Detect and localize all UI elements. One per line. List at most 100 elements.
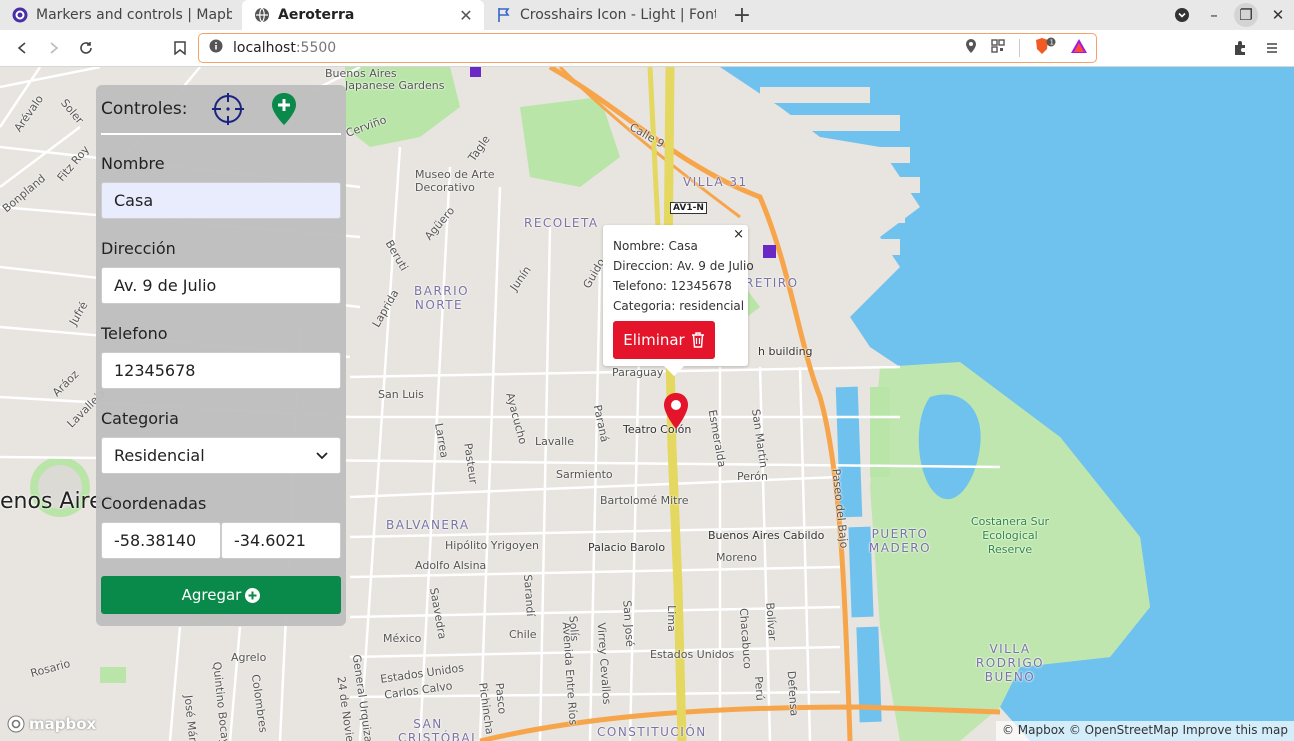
tab-aeroterra[interactable]: Aeroterra ✕	[242, 0, 484, 30]
trash-icon	[691, 332, 704, 348]
map-label-museo: Museo de Arte Decorativo	[415, 168, 495, 194]
new-tab-button[interactable]: +	[726, 3, 758, 28]
coordenadas-label: Coordenadas	[101, 494, 207, 513]
street-label: Agrelo	[231, 651, 267, 664]
street-label: Moreno	[716, 551, 757, 564]
street-label: Estados Unidos	[650, 648, 735, 661]
categoria-selected-value: Residencial	[114, 446, 205, 465]
subway-icon	[470, 67, 481, 77]
url-host: localhost	[233, 40, 296, 56]
district-label: RECOLETA	[524, 216, 599, 230]
globe-icon	[254, 7, 270, 23]
brave-rewards-icon[interactable]	[1070, 38, 1088, 58]
forward-icon[interactable]	[38, 32, 70, 64]
tab-title: Crosshairs Icon - Light | Font A	[520, 7, 716, 23]
reload-icon[interactable]	[70, 32, 102, 64]
telefono-label: Telefono	[101, 324, 168, 343]
street-label: Perón	[737, 470, 768, 483]
street-label: México	[383, 632, 422, 645]
longitude-input[interactable]: -58.38140	[101, 522, 221, 559]
district-label: VILLA RODRIGO BUENO	[975, 642, 1045, 684]
popup-telefono: Telefono: 12345678	[613, 279, 732, 293]
flag-icon	[496, 7, 512, 23]
district-label: VILLA 31	[683, 175, 748, 189]
district-label: BALVANERA	[386, 518, 470, 532]
qr-code-icon[interactable]	[991, 39, 1005, 57]
controls-row: Controles:	[101, 85, 341, 135]
street-label: Perú	[751, 675, 767, 702]
highway-shield: AV1-N	[670, 202, 707, 214]
street-label: Adolfo Alsina	[415, 559, 487, 572]
map-attribution: © Mapbox © OpenStreetMap Improve this ma…	[995, 721, 1294, 741]
popup-close-button[interactable]: ×	[733, 227, 744, 242]
district-label: BARRIO NORTE	[414, 284, 470, 312]
nombre-input[interactable]: Casa	[101, 182, 341, 219]
bookmark-icon[interactable]	[164, 32, 196, 64]
location-marker-icon[interactable]	[662, 392, 690, 430]
divider	[1019, 39, 1020, 57]
mapbox-logo[interactable]: mapbox	[7, 715, 96, 733]
categoria-select[interactable]: Residencial	[101, 437, 341, 474]
latitude-input[interactable]: -34.6021	[221, 522, 341, 559]
map-canvas[interactable]: Buenos Aires Japanese Gardens Museo de A…	[0, 67, 1294, 741]
tab-menu-icon[interactable]	[1166, 0, 1198, 30]
telefono-input[interactable]: 12345678	[101, 352, 341, 389]
plus-circle-icon	[245, 587, 261, 603]
district-label: RETIRO	[745, 276, 799, 290]
restore-icon[interactable]: ❐	[1234, 3, 1258, 27]
info-icon[interactable]	[209, 39, 223, 57]
extensions-icon[interactable]	[1224, 32, 1256, 64]
park-label: Costanera Sur Ecological Reserve	[970, 515, 1050, 556]
menu-icon[interactable]	[1256, 32, 1288, 64]
street-label: Bolívar	[763, 602, 779, 641]
street-label: Lavalle	[535, 435, 574, 448]
tab-title: Markers and controls | Mapbo	[36, 7, 232, 23]
coordinates-row: -58.38140 -34.6021	[101, 522, 341, 559]
street-label: Bartolomé Mitre	[600, 494, 689, 507]
popup-nombre: Nombre: Casa	[613, 239, 698, 253]
attribution-osm-link[interactable]: © OpenStreetMap	[1069, 723, 1179, 739]
direccion-input[interactable]: Av. 9 de Julio	[101, 267, 341, 304]
delete-button[interactable]: Eliminar	[613, 321, 715, 359]
tab-fontawesome[interactable]: Crosshairs Icon - Light | Font A	[484, 0, 726, 30]
attribution-mapbox-link[interactable]: © Mapbox	[1002, 723, 1065, 739]
add-marker-icon[interactable]	[266, 91, 302, 127]
delete-button-label: Eliminar	[623, 331, 685, 349]
categoria-label: Categoria	[101, 409, 179, 428]
mapbox-icon	[12, 7, 28, 23]
minimize-icon[interactable]: –	[1198, 0, 1230, 30]
direccion-label: Dirección	[101, 239, 176, 258]
street-label: Hipólito Yrigoyen	[445, 539, 539, 552]
mapbox-logo-icon	[7, 715, 25, 733]
controls-panel: Controles: Nombre Casa Dirección Av. 9 d…	[96, 85, 346, 626]
browser-toolbar: localhost:5500 1	[0, 30, 1294, 67]
add-button[interactable]: Agregar	[101, 576, 341, 614]
mapbox-logo-text: mapbox	[29, 715, 97, 733]
street-label: Chile	[509, 628, 537, 641]
map-label: Buenos Aires Cabildo	[708, 529, 825, 542]
popup-categoria: Categoria: residencial	[613, 299, 745, 313]
marker-popup: × Nombre: Casa Direccion: Av. 9 de Julio…	[603, 225, 754, 376]
address-bar[interactable]: localhost:5500 1	[198, 33, 1097, 63]
street-label: Lima	[664, 605, 678, 632]
crosshairs-icon[interactable]	[210, 91, 246, 127]
location-icon[interactable]	[965, 38, 977, 58]
street-label: San Luis	[378, 388, 424, 401]
popup-tip	[664, 366, 684, 376]
close-window-icon[interactable]: ✕	[1262, 0, 1294, 30]
street-label: Paraguay	[612, 366, 664, 379]
map-label: Palacio Barolo	[588, 541, 666, 554]
nombre-label: Nombre	[101, 154, 165, 173]
tab-title: Aeroterra	[278, 7, 355, 23]
attribution-improve-link[interactable]: Improve this map	[1182, 723, 1288, 739]
map-label: h building	[758, 345, 813, 358]
address-bar-actions: 1	[965, 36, 1088, 60]
subway-icon	[763, 245, 776, 258]
url-port: :5500	[295, 40, 337, 56]
district-label: CONSTITUCIÓN	[597, 725, 707, 739]
back-icon[interactable]	[6, 32, 38, 64]
close-tab-icon[interactable]: ✕	[458, 6, 474, 25]
district-label: PUERTO MADERO	[868, 527, 932, 555]
brave-shield-icon[interactable]: 1	[1034, 37, 1056, 59]
tab-mapbox[interactable]: Markers and controls | Mapbo	[0, 0, 242, 30]
